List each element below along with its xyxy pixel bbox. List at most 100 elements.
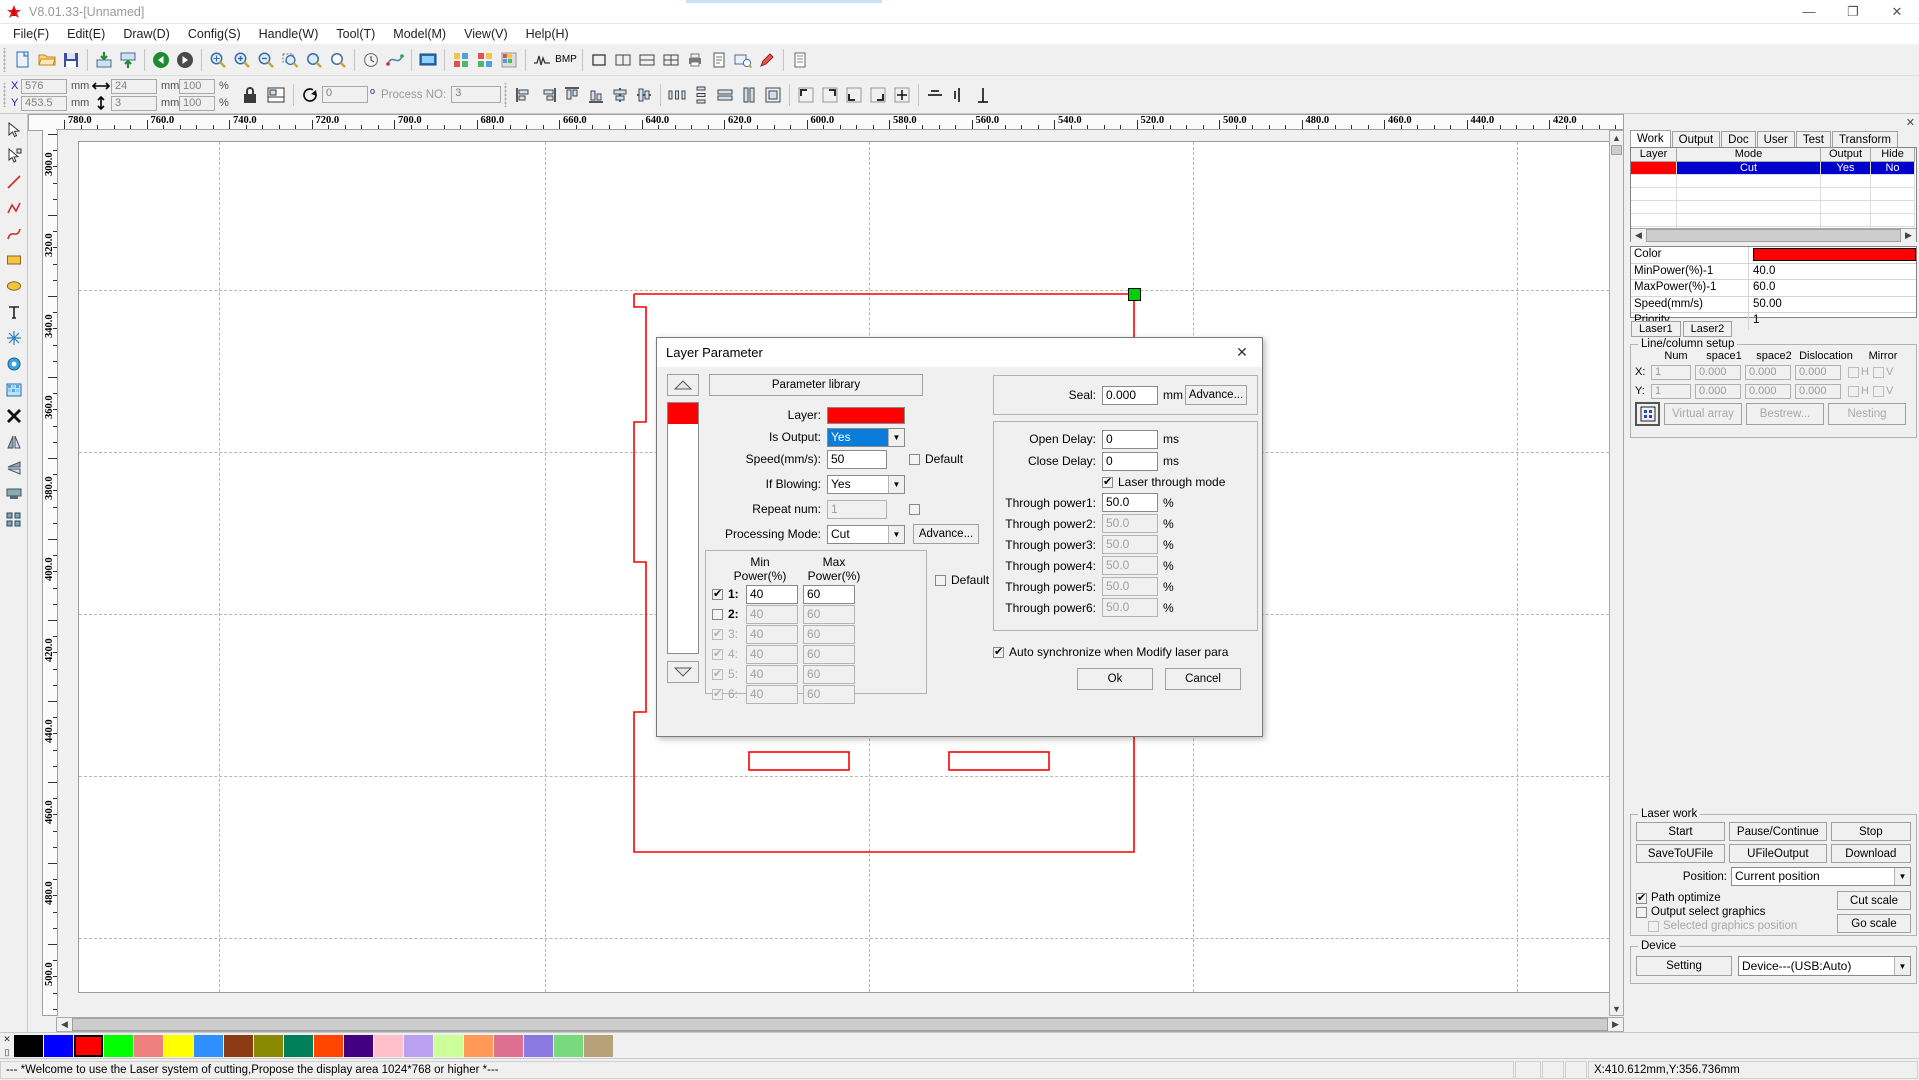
menu-file[interactable]: File(F) [4, 25, 58, 43]
tab-test[interactable]: Test [1795, 131, 1831, 148]
array-tool-icon[interactable] [2, 508, 26, 532]
nesting-button[interactable]: Nesting [1828, 403, 1906, 425]
through-power-2-input[interactable]: 50.0 [1102, 514, 1158, 533]
repeat-num-checkbox[interactable] [909, 503, 920, 515]
power-4-enable-checkbox[interactable] [712, 647, 723, 660]
selected-graphics-position-checkbox[interactable] [1648, 920, 1659, 932]
through-power-3-input[interactable]: 50.0 [1102, 535, 1158, 554]
minimize-button[interactable]: — [1787, 0, 1831, 24]
layer-scroll-left-icon[interactable]: ◀ [1631, 228, 1646, 242]
palette-swatch[interactable] [374, 1034, 403, 1057]
lcs-x-mirror-v-checkbox[interactable] [1872, 366, 1884, 378]
process-no-input[interactable]: 3 [451, 86, 502, 103]
through-power-1-input[interactable]: 50.0 [1102, 493, 1158, 512]
layer-scroll-right-icon[interactable]: ▶ [1901, 228, 1916, 242]
bestrew-button[interactable]: Bestrew... [1746, 403, 1824, 425]
menu-model[interactable]: Model(M) [384, 25, 455, 43]
toolbar-grip[interactable] [503, 82, 511, 107]
menu-handle[interactable]: Handle(W) [250, 25, 328, 43]
array-preview-icon[interactable] [1635, 402, 1660, 426]
menu-tool[interactable]: Tool(T) [327, 25, 384, 43]
parameter-library-button[interactable]: Parameter library [709, 374, 923, 396]
rectangle-tool-icon[interactable] [2, 248, 26, 272]
power-1-min-input[interactable]: 40 [746, 584, 798, 604]
align-top-icon[interactable] [560, 83, 584, 107]
close-button[interactable]: ✕ [1875, 0, 1919, 24]
layer-scroll-down-button[interactable] [667, 661, 699, 683]
scroll-up-button[interactable]: ▲ [1610, 131, 1623, 144]
palette-swatch[interactable] [404, 1034, 433, 1057]
mirror-vertical-tool-icon[interactable] [2, 456, 26, 480]
layer-table-scrollbar[interactable]: ◀ ▶ [1631, 228, 1916, 242]
chevron-down-icon[interactable]: ▼ [888, 525, 904, 543]
path-optimize-checkbox[interactable] [1636, 891, 1647, 904]
layout-box-icon[interactable] [263, 82, 289, 108]
palette-swatch[interactable] [134, 1034, 163, 1057]
property-row-maxpower[interactable]: MaxPower(%)-1 60.0 [1631, 280, 1916, 297]
tab-laser1[interactable]: Laser1 [1631, 321, 1681, 337]
new-file-icon[interactable] [11, 48, 35, 72]
origin-bottomleft-icon[interactable] [842, 83, 866, 107]
chevron-down-icon[interactable]: ▼ [1894, 957, 1910, 975]
position-select[interactable]: Current position ▼ [1731, 867, 1911, 886]
layer-color-strip[interactable] [667, 402, 699, 654]
palette-swatch[interactable] [554, 1034, 583, 1057]
mirror-v-icon[interactable] [947, 83, 971, 107]
rect-select-icon[interactable] [587, 48, 611, 72]
line-tool-icon[interactable] [2, 170, 26, 194]
speed-input[interactable]: 50 [827, 449, 887, 469]
palette-swatch[interactable] [194, 1034, 223, 1057]
power-4-max-input[interactable]: 60 [803, 644, 855, 664]
right-panel-close-icon[interactable]: ✕ [1906, 116, 1915, 129]
clock-tool-icon[interactable] [359, 48, 383, 72]
color-swatch[interactable] [1753, 248, 1916, 261]
processing-mode-advance-button[interactable]: Advance... [913, 524, 979, 544]
menu-edit[interactable]: Edit(E) [58, 25, 114, 43]
bitmap-tool-icon[interactable] [2, 378, 26, 402]
power-2-enable-checkbox[interactable] [712, 608, 723, 620]
lcs-x-num-input[interactable]: 1 [1651, 364, 1691, 380]
y-input[interactable]: 453.5 [21, 95, 67, 111]
scale-y-input[interactable]: 100 [179, 95, 215, 111]
virtual-array-button[interactable]: Virtual array [1664, 403, 1742, 425]
palette-swatch[interactable] [524, 1034, 553, 1057]
zoom-in-icon[interactable] [230, 48, 254, 72]
device-select[interactable]: Device---(USB:Auto) ▼ [1738, 956, 1911, 976]
platform-tool-icon[interactable] [2, 482, 26, 506]
laser-through-mode-checkbox[interactable] [1102, 475, 1113, 488]
power-4-min-input[interactable]: 40 [746, 644, 798, 664]
dialog-close-icon[interactable]: ✕ [1222, 339, 1262, 367]
lcs-x-mirror-h-checkbox[interactable] [1848, 366, 1859, 378]
scroll-down-button[interactable]: ▼ [1610, 1002, 1623, 1015]
palette-swatch[interactable] [314, 1034, 343, 1057]
property-value[interactable] [1749, 247, 1916, 263]
path-optimize-row[interactable]: Path optimize [1636, 891, 1837, 905]
array-grid-icon[interactable] [659, 48, 683, 72]
chevron-down-icon[interactable]: ▼ [888, 475, 904, 493]
property-row-color[interactable]: Color [1631, 247, 1916, 264]
selection-handle[interactable] [1128, 288, 1141, 301]
toolbar-grip[interactable] [2, 82, 9, 107]
if-blowing-select[interactable]: Yes ▼ [827, 474, 905, 494]
layer-color-button[interactable] [827, 406, 905, 424]
palette-swatch[interactable] [464, 1034, 493, 1057]
origin-center-icon[interactable] [890, 83, 914, 107]
tab-output[interactable]: Output [1671, 131, 1721, 148]
stop-button[interactable]: Stop [1830, 822, 1911, 841]
processing-mode-select[interactable]: Cut ▼ [827, 524, 905, 544]
zoom-selection-icon[interactable] [278, 48, 302, 72]
same-width-icon[interactable] [713, 83, 737, 107]
chevron-down-icon[interactable]: ▼ [888, 428, 904, 446]
palette-swatch[interactable] [224, 1034, 253, 1057]
selected-graphics-position-row[interactable]: Selected graphics position [1636, 919, 1837, 933]
chevron-down-icon[interactable]: ▼ [1894, 868, 1910, 885]
align-right-icon[interactable] [536, 83, 560, 107]
same-height-icon[interactable] [737, 83, 761, 107]
download-button[interactable]: Download [1830, 844, 1911, 863]
seal-advance-button[interactable]: Advance... [1185, 385, 1247, 405]
menu-help[interactable]: Help(H) [517, 25, 578, 43]
delete-tool-icon[interactable] [2, 404, 26, 428]
center-axis-icon[interactable] [971, 83, 995, 107]
close-delay-input[interactable]: 0 [1102, 451, 1158, 471]
power-6-max-input[interactable]: 60 [803, 684, 855, 704]
